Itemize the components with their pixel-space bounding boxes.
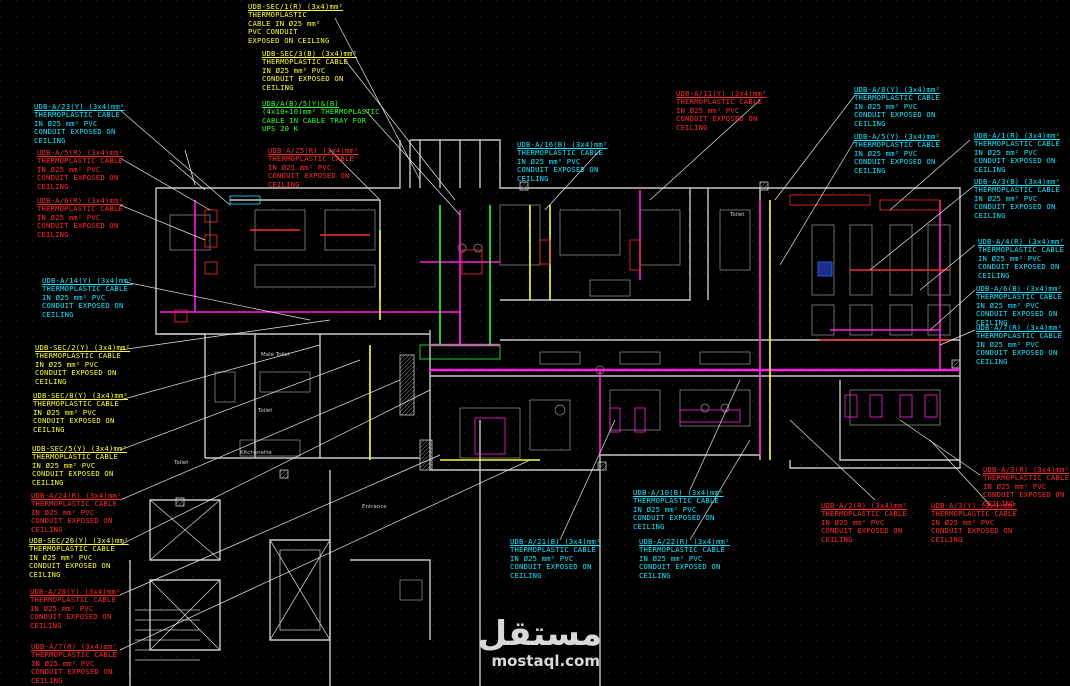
room-kitchenette: Kitchenette (240, 450, 272, 456)
cable-label-line: CEILING (268, 179, 300, 189)
cable-label-udb-a-21b: UDB-A/21(B) (3x4)mm² THERMOPLASTIC CABLE I… (510, 537, 601, 580)
cable-label-udb-a-2r: UDB-A/2(R) (3x4)mm² THERMOPLASTIC CABLE IN… (821, 501, 907, 544)
cable-label-line: CEILING (821, 534, 853, 544)
cable-label-line: CEILING (31, 524, 63, 534)
cable-label-line: CEILING (974, 210, 1006, 220)
room-toilet-1: Toilet (258, 408, 273, 414)
cable-label-line: CEILING (42, 309, 74, 319)
cable-label-udb-a-11y: UDB-A/11(Y) (3x4)mm² THERMOPLASTIC CABLE I… (676, 89, 767, 132)
cable-label-line: CEILING (32, 477, 64, 487)
cable-label-line: CEILING (639, 570, 671, 580)
cable-label-udb-a-6b: UDB-A/6(B) (3x4)mm² THERMOPLASTIC CABLE IN… (976, 284, 1062, 327)
cable-label-udb-a-16b: UDB-A/16(B) (3x4)mm² THERMOPLASTIC CABLE I… (517, 140, 608, 183)
cable-label-udb-a-25r: UDB-A/25(R) (3x4)mm² THERMOPLASTIC CABLE I… (268, 146, 359, 189)
cable-label-udb-sec-5y: UDB-SEC/5(Y) (3x4)mm² THERMOPLASTIC CABLE… (32, 444, 127, 487)
watermark-latin: mostaql.com (491, 652, 600, 670)
cable-label-line: CEILING (31, 675, 63, 685)
cable-label-udb-a-1r: UDB-A/1(R) (3x4)mm² THERMOPLASTIC CABLE IN… (974, 131, 1060, 174)
cable-label-line: CEILING (976, 356, 1008, 366)
cable-label-line: CEILING (34, 135, 66, 145)
room-male-toilet: Male Toilet (261, 352, 291, 358)
cable-label-line: CEILING (33, 424, 65, 434)
cable-label-udb-sec-1r: UDB-SEC/1(R) (3x4)mm² THERMOPLASTIC CABLE … (248, 2, 343, 45)
cable-label-udb-a-7r-left: UDB-A/7(R) (3x4)mm² THERMOPLASTIC CABLE IN… (31, 642, 117, 685)
cable-label-line: CEILING (510, 570, 542, 580)
cable-label-udb-a-24r: UDB-A/24(R) (3x4)mm² THERMOPLASTIC CABLE I… (31, 491, 122, 534)
cable-label-udb-a-22r: UDB-A/22(R) (3x4)mm² THERMOPLASTIC CABLE I… (639, 537, 730, 580)
cable-label-udb-a-8y: UDB-A/8(Y) (3x4)mm² THERMOPLASTIC CABLE IN… (854, 85, 940, 128)
cable-label-line: CEILING (29, 569, 61, 579)
cable-label-line: CEILING (854, 118, 886, 128)
mostaql-watermark: مستقل mostaql.com (458, 614, 608, 674)
cable-label-udb-a-4r: UDB-A/4(R) (3x4)mm² THERMOPLASTIC CABLE IN… (978, 237, 1064, 280)
cable-label-udb-a-14y: UDB-A/14(Y) (3x4)mm² THERMOPLASTIC CABLE I… (42, 276, 133, 319)
cable-label-udb-a-5r: UDB-A/5(R) (3x4)mm² THERMOPLASTIC CABLE IN… (37, 148, 123, 191)
cable-label-line: CEILING (931, 534, 963, 544)
cable-label-udb-a-3b: UDB-A/3(B) (3x4)mm² THERMOPLASTIC CABLE IN… (974, 177, 1060, 220)
cable-label-udb-sec-2y: UDB-SEC/2(Y) (3x4)mm² THERMOPLASTIC CABLE… (35, 343, 130, 386)
room-entrance: Entrance (362, 504, 387, 510)
cable-label-line: UPS 20 K (262, 124, 299, 134)
cable-label-udb-a-28y: UDB-A/28(Y) (3x4)mm² THERMOPLASTIC CABLE I… (30, 587, 121, 630)
cable-label-line: CEILING (35, 376, 67, 386)
cable-label-line: CEILING (30, 620, 62, 630)
cable-label-line: CEILING (37, 181, 69, 191)
cable-label-line: CEILING (262, 82, 294, 92)
cable-label-udb-a-3y: UDB-A/3(Y) (3x4)mm² THERMOPLASTIC CABLE IN… (931, 501, 1017, 544)
cable-label-udb-ups: UDB/A(B)/5(Y)&(B) (4x10+10)mm² THERMOPLAS… (262, 99, 380, 134)
room-toilet-3: Toilet (730, 212, 745, 218)
cable-label-udb-sec-26y: UDB-SEC/26(Y) (3x4)mm² THERMOPLASTIC CABL… (29, 536, 129, 579)
watermark-arabic: مستقل (477, 614, 602, 654)
cable-label-line: CEILING (37, 229, 69, 239)
cable-label-udb-a-10b: UDB-A/10(B) (3x4)mm² THERMOPLASTIC CABLE I… (633, 488, 724, 531)
cable-label-udb-sec-8y: UDB-SEC/8(Y) (3x4)mm² THERMOPLASTIC CABLE… (33, 391, 128, 434)
cable-label-udb-a-7r-right: UDB-A/7(R) (3x4)mm² THERMOPLASTIC CABLE IN… (976, 323, 1062, 366)
cable-label-line: CEILING (633, 521, 665, 531)
cable-label-line: CEILING (517, 173, 549, 183)
cable-label-line: CEILING (978, 270, 1010, 280)
cable-label-udb-a-5y: UDB-A/5(Y) (3x4)mm² THERMOPLASTIC CABLE IN… (854, 132, 940, 175)
cable-label-line: CEILING (854, 165, 886, 175)
cable-label-line: EXPOSED ON CEILING (248, 35, 330, 45)
cable-label-udb-a-23y: UDB-A/23(Y) (3x4)mm² THERMOPLASTIC CABLE I… (34, 102, 125, 145)
cable-label-line: CEILING (974, 164, 1006, 174)
cable-label-udb-a-6r: UDB-A/6(R) (3x4)mm² THERMOPLASTIC CABLE IN… (37, 196, 123, 239)
cable-label-udb-sec-3b: UDB-SEC/3(B) (3x4)mm² THERMOPLASTIC CABLE… (262, 49, 357, 92)
room-toilet-2: Toilet (174, 460, 189, 466)
cable-label-line: CEILING (676, 122, 708, 132)
